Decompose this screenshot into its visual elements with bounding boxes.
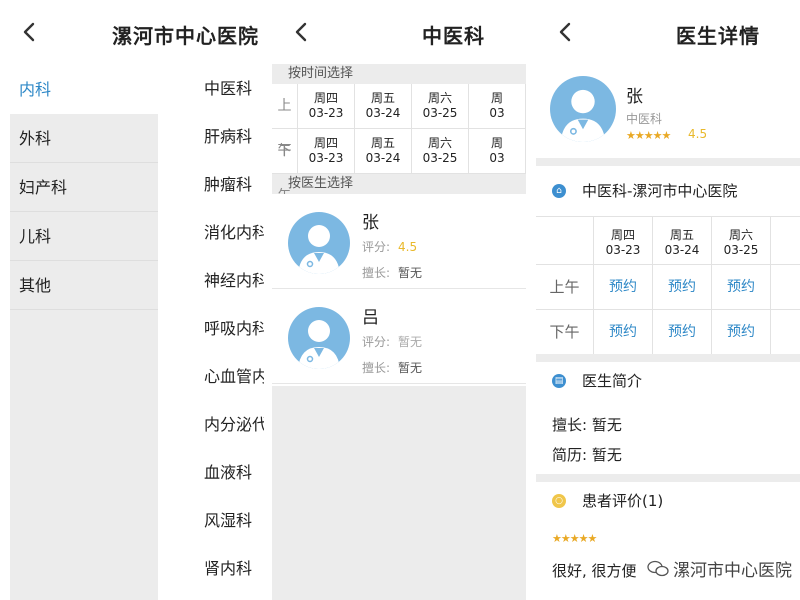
hospital-section-header: ⌂ 中医科-漯河市中心医院 [536,172,800,210]
divider [536,474,800,482]
subdepartment-item[interactable]: 中医科 [160,65,264,113]
reviews-section-header[interactable]: ○ 患者评价(1) [536,482,800,520]
divider [536,354,800,362]
category-item[interactable]: 内科 [10,65,158,114]
doctor-avatar-icon [288,212,350,274]
book-button[interactable]: 预约 [653,310,712,354]
intro-section-header: ▤ 医生简介 [536,362,800,400]
doctor-list-item[interactable]: 张 评分: 4.5 擅长: 暂无 [272,194,526,289]
day-cell[interactable]: 周 03 [469,84,526,128]
subdepartment-item[interactable]: 肾内科 [160,545,264,593]
afternoon-row: 下午 预约 预约 预约 [536,310,800,355]
comment-icon: ○ [552,494,566,508]
subdepartment-item[interactable]: 风湿科 [160,497,264,545]
department-panel: 漯河市中心医院 内科 外科 妇产科 儿科 其他 中医科 肝病科 肿瘤科 消化内科… [0,0,264,600]
day-cell[interactable]: 周四 03-23 [298,129,355,173]
subdepartment-item[interactable]: 消化内科 [160,209,264,257]
rating-stars: ★★★★★ [626,129,671,142]
tcm-department-panel: 中医科 按时间选择 上午 周四 03-23 周五 03-24 周六 03-25 周 03… [272,0,526,600]
empty-area [272,386,526,600]
page-title: 中医科 [422,24,485,48]
watermark: 漯河市中心医院 [645,556,794,581]
corner-cell [536,217,594,264]
doctor-rating: 评分: 4.5 [362,240,418,254]
afternoon-label: 下午 [536,310,594,354]
doctor-detail-panel: 医生详情 张 中医科 ★★★★★ 4.5 ⌂ 中医科-漯河市中心医院 周四 03-… [536,0,800,600]
subdepartment-item[interactable]: 肿瘤科 [160,161,264,209]
date-header: 周六 03-25 [712,217,771,264]
back-arrow-icon[interactable] [554,20,578,44]
morning-row: 上午 周四 03-23 周五 03-24 周六 03-25 周 03 [272,84,526,159]
doctor-name: 张 [362,213,379,233]
date-header [771,217,800,264]
doctor-profile: 张 中医科 ★★★★★ 4.5 [536,66,800,158]
day-cell[interactable]: 周 03 [469,129,526,173]
book-button[interactable]: 预约 [712,265,771,309]
subdepartment-item[interactable]: 肝病科 [160,113,264,161]
category-item[interactable]: 儿科 [10,212,158,261]
document-icon: ▤ [552,374,566,388]
category-item[interactable]: 外科 [10,114,158,163]
section-label: 按医生选择 [272,174,526,194]
doctor-department: 中医科 [626,112,663,126]
header: 医生详情 [536,0,800,64]
book-button[interactable]: 预约 [594,310,653,354]
date-header-row: 周四 03-23 周五 03-24 周六 03-25 [536,217,800,265]
doctor-list-item[interactable]: 吕 评分: 暂无 擅长: 暂无 [272,289,526,384]
back-arrow-icon[interactable] [290,20,314,44]
subdepartment-list: 中医科 肝病科 肿瘤科 消化内科 神经内科 呼吸内科 心血管内 内分泌代 血液科… [160,65,264,600]
morning-label: 上午 [272,84,298,159]
doctor-rating: 评分: 暂无 [362,335,423,349]
page-title: 漯河市中心医院 [112,24,259,48]
doctor-avatar-icon [288,307,350,369]
day-cell[interactable]: 周四 03-23 [298,84,355,128]
category-item[interactable]: 妇产科 [10,163,158,212]
section-label: 按时间选择 [272,64,526,84]
day-cell[interactable]: 周六 03-25 [412,84,469,128]
date-header: 周四 03-23 [594,217,653,264]
morning-label: 上午 [536,265,594,309]
wechat-icon [647,560,669,576]
doctor-name: 张 [626,87,643,107]
book-button[interactable]: 预约 [594,265,653,309]
doctor-name: 吕 [362,308,379,328]
empty-cell [771,310,800,354]
empty-cell [771,265,800,309]
review-text: 很好, 很方便 [552,562,637,580]
subdepartment-item[interactable]: 血液科 [160,449,264,497]
doctor-specialty: 擅长: 暂无 [362,266,423,280]
specialty-line: 擅长: 暂无 [552,416,622,434]
afternoon-row: 下午 周四03-23 周五03-24 周六03-25 周03 [272,129,526,204]
home-icon: ⌂ [552,184,566,198]
afternoon-label: 下午 [272,129,298,204]
category-item[interactable]: 其他 [10,261,158,310]
day-cell[interactable]: 周五 03-24 [355,129,412,173]
book-button[interactable]: 预约 [653,265,712,309]
time-table: 上午 周四03-23 周五03-24 周六03-25 周03 下午 周四03-2… [272,84,526,204]
resume-line: 简历: 暂无 [552,446,622,464]
category-menu: 内科 外科 妇产科 儿科 其他 [10,65,158,600]
header: 漯河市中心医院 [0,0,264,64]
header: 中医科 [272,0,526,64]
date-header: 周五 03-24 [653,217,712,264]
book-button[interactable]: 预约 [712,310,771,354]
subdepartment-item[interactable]: 内分泌代 [160,401,264,449]
doctor-specialty: 擅长: 暂无 [362,361,423,375]
subdepartment-item[interactable]: 心血管内 [160,353,264,401]
day-cell[interactable]: 周六 03-25 [412,129,469,173]
subdepartment-item[interactable]: 神经内科 [160,257,264,305]
subdepartment-item[interactable]: 呼吸内科 [160,305,264,353]
rating-score: 4.5 [688,127,708,141]
schedule-table: 周四 03-23 周五 03-24 周六 03-25 上午 预约 预约 预约 下午 预… [536,216,800,355]
review-stars: ★★★★★ [552,532,597,545]
morning-row: 上午 预约 预约 预约 [536,265,800,310]
day-cell[interactable]: 周五 03-24 [355,84,412,128]
back-arrow-icon[interactable] [18,20,42,44]
doctor-avatar-icon [550,76,616,142]
page-title: 医生详情 [676,24,760,48]
divider [536,158,800,166]
